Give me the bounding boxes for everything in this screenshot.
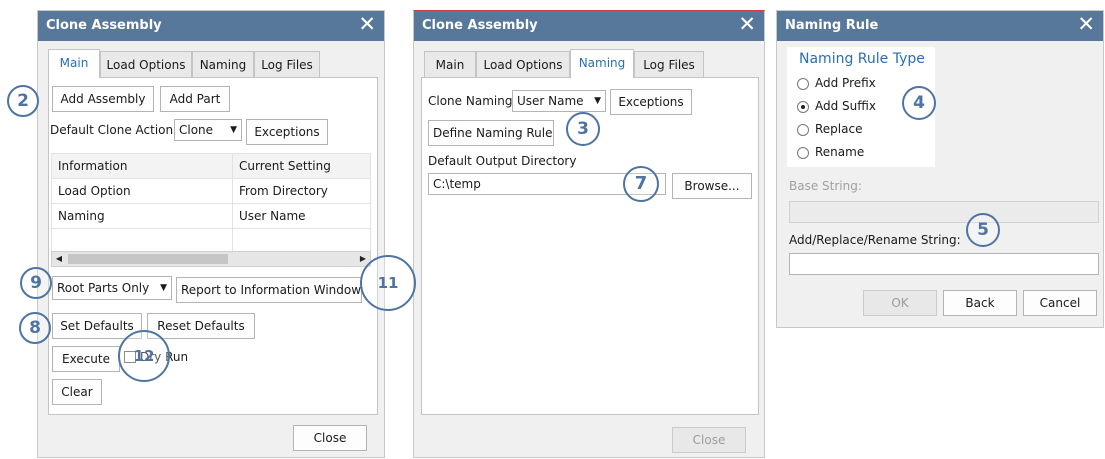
tab-strip: Main Load Options Naming Log Files <box>48 49 378 78</box>
clone-action-dropdown[interactable]: Clone ▼ <box>174 119 242 141</box>
tab-main[interactable]: Main <box>424 51 476 77</box>
clone-naming-dropdown[interactable]: User Name ▼ <box>512 90 606 112</box>
reset-defaults-button[interactable]: Reset Defaults <box>147 313 255 339</box>
callout-12: 12 <box>118 330 170 382</box>
option-rename-label: Rename <box>815 145 865 159</box>
close-button[interactable]: Close <box>672 427 746 453</box>
clear-button[interactable]: Clear <box>52 379 102 405</box>
default-output-directory-label: Default Output Directory <box>428 154 577 168</box>
exceptions-button[interactable]: Exceptions <box>610 89 692 115</box>
replace-string-label: Add/Replace/Rename String: <box>789 233 961 247</box>
naming-rule-dialog: Naming Rule ✕ Naming Rule Type Add Prefi… <box>776 10 1104 328</box>
column-header-information: Information <box>51 153 233 179</box>
add-assembly-button[interactable]: Add Assembly <box>52 86 154 112</box>
add-part-button[interactable]: Add Part <box>160 86 230 112</box>
cancel-button[interactable]: Cancel <box>1023 290 1097 316</box>
tab-log-files[interactable]: Log Files <box>634 51 704 77</box>
option-add-prefix-label: Add Prefix <box>815 76 876 90</box>
callout-3: 3 <box>566 112 600 146</box>
title-bar: Naming Rule ✕ <box>777 11 1103 41</box>
radio-add-prefix[interactable] <box>797 78 809 90</box>
tab-main[interactable]: Main <box>48 49 100 78</box>
dropdown-arrow-icon: ▼ <box>160 283 167 293</box>
execute-button[interactable]: Execute <box>52 346 120 372</box>
table-row[interactable]: Naming User Name <box>51 203 371 229</box>
exceptions-button[interactable]: Exceptions <box>246 119 328 145</box>
tab-load-options[interactable]: Load Options <box>476 51 570 77</box>
dropdown-arrow-icon: ▼ <box>230 125 237 135</box>
clone-naming-label: Clone Naming <box>428 94 513 108</box>
table-cell: User Name <box>232 203 371 229</box>
tab-log-files[interactable]: Log Files <box>254 51 320 77</box>
clone-action-value: Clone <box>179 123 214 137</box>
ok-button[interactable]: OK <box>863 290 937 316</box>
tab-naming[interactable]: Naming <box>192 51 254 77</box>
table-header-row: Information Current Setting <box>51 153 371 179</box>
close-icon[interactable]: ✕ <box>1077 14 1095 35</box>
radio-replace[interactable] <box>797 124 809 136</box>
replace-string-input[interactable] <box>789 253 1099 275</box>
clone-assembly-dialog-main: Clone Assembly ✕ Main Load Options Namin… <box>37 10 385 458</box>
root-parts-value: Root Parts Only <box>57 281 150 295</box>
radio-add-suffix[interactable] <box>797 101 809 113</box>
root-parts-dropdown[interactable]: Root Parts Only ▼ <box>52 276 172 300</box>
close-button[interactable]: Close <box>293 425 367 451</box>
table-cell: From Directory <box>232 178 371 204</box>
callout-7: 7 <box>623 166 659 202</box>
close-icon[interactable]: ✕ <box>738 14 756 35</box>
callout-8: 8 <box>19 312 51 344</box>
clone-naming-value: User Name <box>517 94 584 108</box>
callout-9: 9 <box>20 267 52 299</box>
dialog-title: Clone Assembly <box>422 18 538 33</box>
information-table: Information Current Setting Load Option … <box>51 153 371 254</box>
radio-rename[interactable] <box>797 147 809 159</box>
base-string-input <box>789 201 1099 223</box>
report-to-information-window-button[interactable]: Report to Information Window <box>176 277 362 303</box>
callout-4: 4 <box>902 86 936 120</box>
define-naming-rule-button[interactable]: Define Naming Rule <box>428 120 554 146</box>
naming-rule-type-title: Naming Rule Type <box>799 51 925 67</box>
dialog-title: Naming Rule <box>785 18 879 33</box>
tab-load-options[interactable]: Load Options <box>100 51 192 77</box>
dropdown-arrow-icon: ▼ <box>594 96 601 106</box>
column-header-current-setting: Current Setting <box>232 153 371 179</box>
base-string-label: Base String: <box>789 179 862 193</box>
option-replace-label: Replace <box>815 122 863 136</box>
browse-button[interactable]: Browse... <box>672 173 752 199</box>
tab-strip: Main Load Options Naming Log Files <box>424 49 754 78</box>
table-cell <box>232 228 371 254</box>
table-row-empty <box>51 228 371 254</box>
callout-11: 11 <box>360 255 416 311</box>
table-cell <box>51 228 233 254</box>
scrollbar-thumb[interactable] <box>68 254 228 264</box>
table-cell: Load Option <box>51 178 233 204</box>
option-add-suffix-label: Add Suffix <box>815 99 876 113</box>
tab-naming[interactable]: Naming <box>570 49 634 78</box>
default-clone-action-label: Default Clone Action <box>50 123 174 137</box>
dialog-title: Clone Assembly <box>46 18 162 33</box>
clone-assembly-dialog-naming: Clone Assembly ✕ Main Load Options Namin… <box>413 10 765 458</box>
table-cell: Naming <box>51 203 233 229</box>
close-icon[interactable]: ✕ <box>358 14 376 35</box>
back-button[interactable]: Back <box>943 290 1017 316</box>
callout-5: 5 <box>966 213 1000 247</box>
title-bar: Clone Assembly ✕ <box>414 11 764 41</box>
callout-2: 2 <box>7 85 39 117</box>
table-row[interactable]: Load Option From Directory <box>51 178 371 204</box>
title-bar: Clone Assembly ✕ <box>38 11 384 41</box>
scroll-left-icon[interactable]: ◀ <box>52 252 66 266</box>
horizontal-scrollbar[interactable]: ◀ ▶ <box>51 251 371 267</box>
